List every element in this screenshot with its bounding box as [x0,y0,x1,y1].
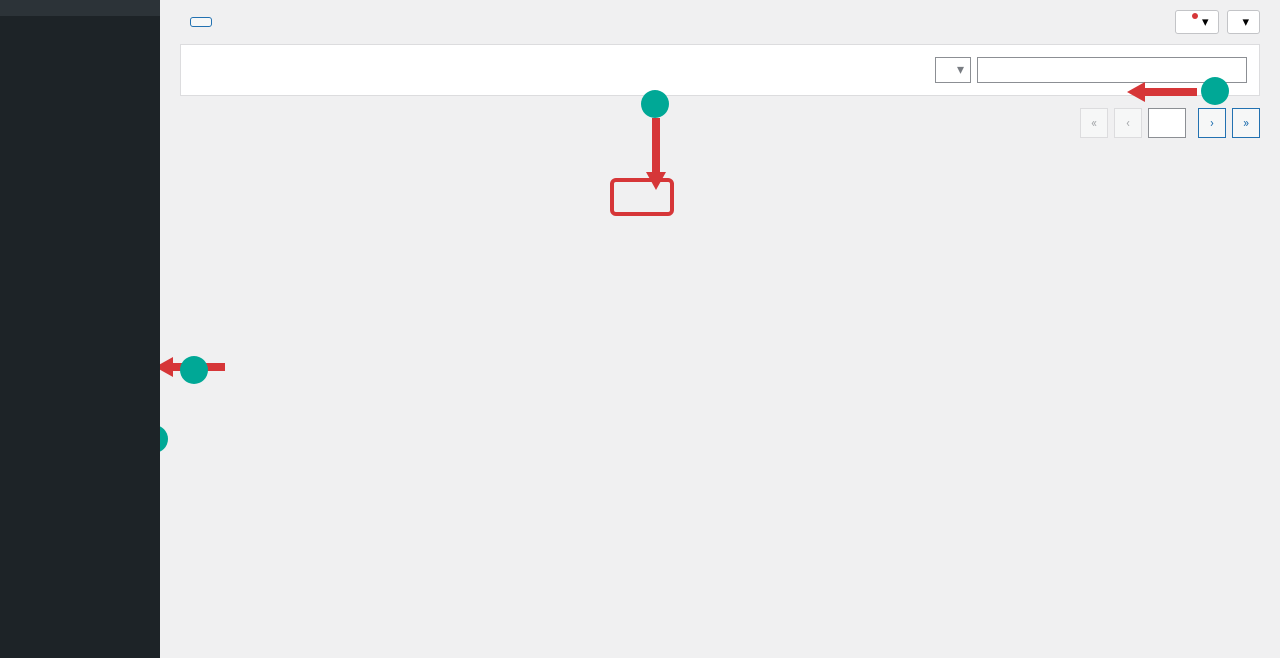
filter-tabs [180,44,1260,96]
annotation-1 [180,356,208,384]
help-button[interactable]: ▾ [1227,10,1260,34]
notice-dot-icon [1192,13,1198,19]
current-page-input[interactable] [1148,108,1186,138]
annotation-4 [641,90,669,118]
search-filter-select[interactable] [935,57,971,83]
annotation-3 [1201,77,1229,105]
admin-sidebar [0,0,160,658]
show-notices-button[interactable]: ▾ [1175,10,1220,34]
annotation-2 [160,425,168,453]
plugins-submenu [0,0,160,16]
upload-plugin-button[interactable] [190,17,212,27]
prev-page-button[interactable]: ‹ [1114,108,1142,138]
main-content: ▾ ▾ « ‹ › » [160,0,1280,658]
next-page-button[interactable]: › [1198,108,1226,138]
last-page-button[interactable]: » [1232,108,1260,138]
pagination: « ‹ › » [180,108,1260,138]
first-page-button[interactable]: « [1080,108,1108,138]
